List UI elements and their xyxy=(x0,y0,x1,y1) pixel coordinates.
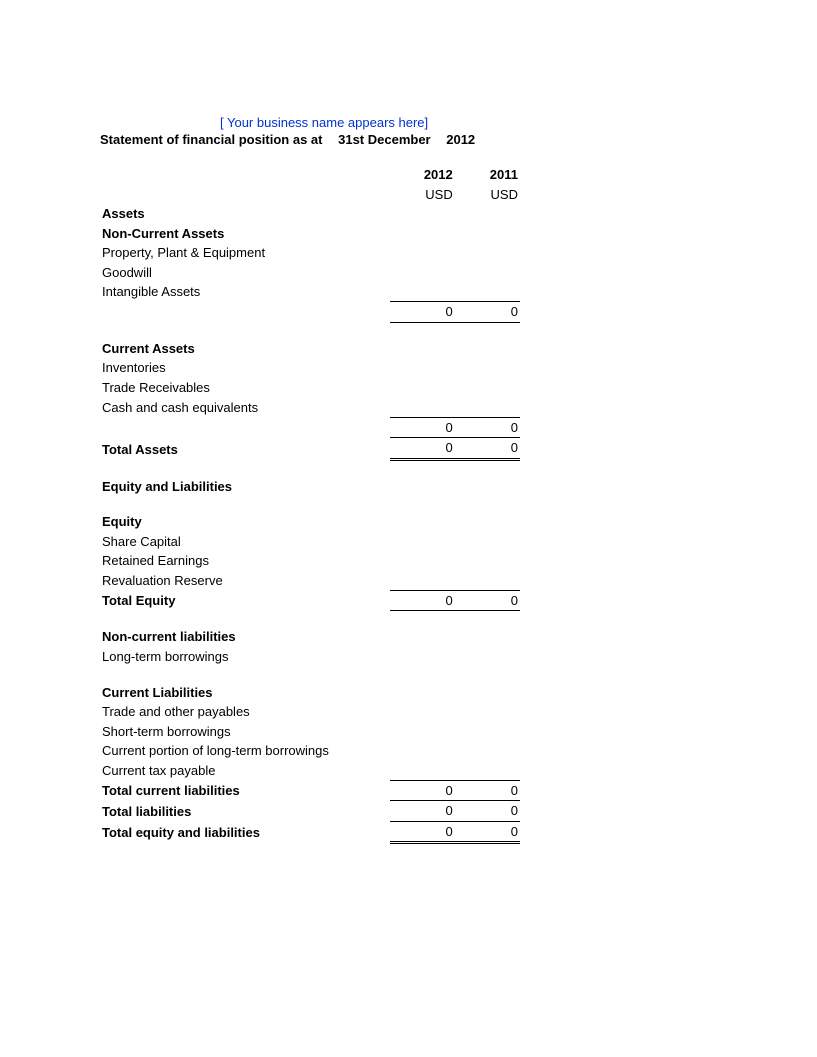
col-year-a: 2012 xyxy=(390,165,455,185)
row-trade-receivables: Trade Receivables xyxy=(100,378,390,398)
non-current-assets-total: 0 0 xyxy=(100,302,520,323)
total-assets-label: Total Assets xyxy=(100,438,390,460)
page: [ Your business name appears here] State… xyxy=(0,0,817,1057)
row-current-portion-lt: Current portion of long-term borrowings xyxy=(100,741,390,761)
col-currency-a: USD xyxy=(390,185,455,205)
title-year: 2012 xyxy=(446,132,475,147)
financial-table: 2012 2011 USD USD Assets Non-Current Ass… xyxy=(100,165,520,844)
total-liab-row: Total liabilities 0 0 xyxy=(100,801,520,822)
total-equity-liab-a: 0 xyxy=(390,821,455,843)
row-long-term-borrowings: Long-term borrowings xyxy=(100,647,390,667)
total-liab-a: 0 xyxy=(390,801,455,822)
total-assets-b: 0 xyxy=(455,438,520,460)
row-short-term-borrowings: Short-term borrowings xyxy=(100,722,390,742)
total-current-liab-label: Total current liabilities xyxy=(100,780,390,801)
title-date: 31st December xyxy=(338,132,431,147)
equity-heading: Equity xyxy=(100,512,390,532)
current-assets-total-b: 0 xyxy=(455,417,520,438)
row-trade-payables: Trade and other payables xyxy=(100,702,390,722)
row-ppe: Property, Plant & Equipment xyxy=(100,243,390,263)
row-inventories: Inventories xyxy=(100,358,390,378)
total-equity-label: Total Equity xyxy=(100,590,390,611)
total-current-liab-b: 0 xyxy=(455,780,520,801)
non-current-total-b: 0 xyxy=(455,302,520,323)
non-current-liab-heading: Non-current liabilities xyxy=(100,627,390,647)
non-current-assets-heading: Non-Current Assets xyxy=(100,224,390,244)
equity-liabilities-heading: Equity and Liabilities xyxy=(100,477,390,497)
total-equity-liab-label: Total equity and liabilities xyxy=(100,821,390,843)
row-current-tax-payable: Current tax payable xyxy=(100,761,390,781)
row-goodwill: Goodwill xyxy=(100,263,390,283)
statement-title: Statement of financial position as at 31… xyxy=(100,132,717,147)
current-assets-total: 0 0 xyxy=(100,417,520,438)
total-assets-row: Total Assets 0 0 xyxy=(100,438,520,460)
current-assets-total-a: 0 xyxy=(390,417,455,438)
total-assets-a: 0 xyxy=(390,438,455,460)
total-equity-liab-row: Total equity and liabilities 0 0 xyxy=(100,821,520,843)
col-currency-b: USD xyxy=(455,185,520,205)
total-equity-row: Total Equity 0 0 xyxy=(100,590,520,611)
col-year-b: 2011 xyxy=(455,165,520,185)
year-header-row: 2012 2011 xyxy=(100,165,520,185)
row-revaluation-reserve: Revaluation Reserve xyxy=(100,571,390,591)
total-equity-liab-b: 0 xyxy=(455,821,520,843)
total-liab-b: 0 xyxy=(455,801,520,822)
row-share-capital: Share Capital xyxy=(100,532,390,552)
total-equity-a: 0 xyxy=(390,590,455,611)
title-prefix: Statement of financial position as at xyxy=(100,132,322,147)
assets-heading: Assets xyxy=(100,204,390,224)
current-liab-heading: Current Liabilities xyxy=(100,683,390,703)
total-current-liab-row: Total current liabilities 0 0 xyxy=(100,780,520,801)
row-retained-earnings: Retained Earnings xyxy=(100,551,390,571)
business-name-placeholder: [ Your business name appears here] xyxy=(100,115,717,130)
total-liab-label: Total liabilities xyxy=(100,801,390,822)
row-cash: Cash and cash equivalents xyxy=(100,398,390,418)
current-assets-heading: Current Assets xyxy=(100,339,390,359)
total-equity-b: 0 xyxy=(455,590,520,611)
non-current-total-a: 0 xyxy=(390,302,455,323)
total-current-liab-a: 0 xyxy=(390,780,455,801)
row-intangible: Intangible Assets xyxy=(100,282,390,302)
currency-row: USD USD xyxy=(100,185,520,205)
